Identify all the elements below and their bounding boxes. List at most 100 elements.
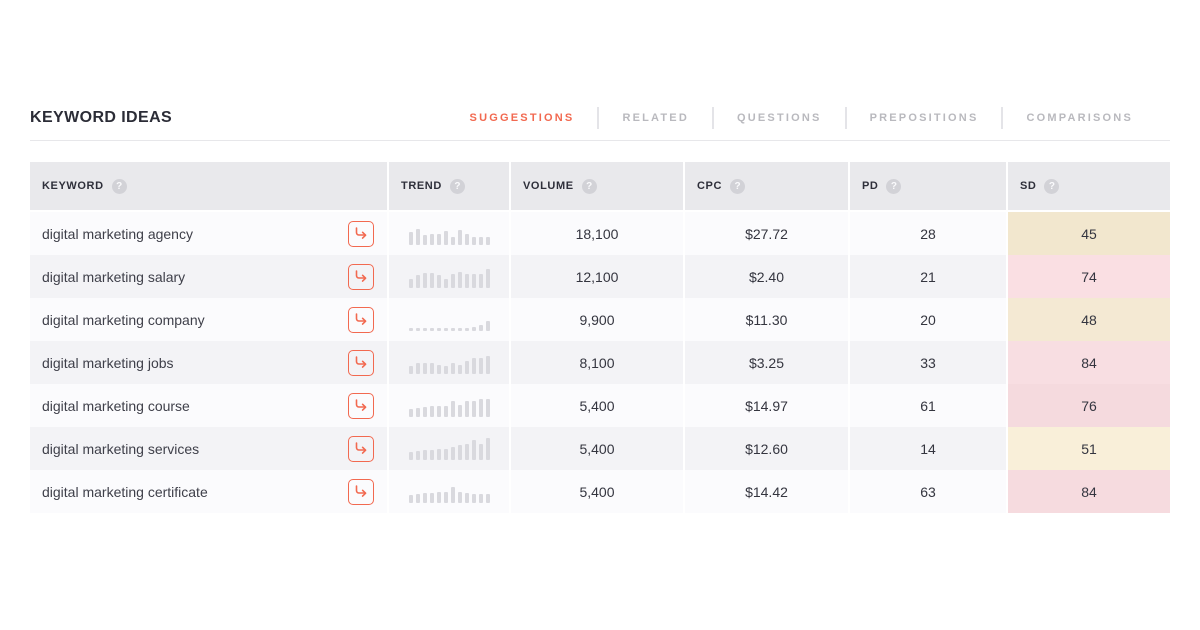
- table-header-row: KEYWORD? TREND? VOLUME? CPC? PD? SD?: [30, 162, 1170, 210]
- column-label: CPC: [697, 180, 723, 192]
- spark-bar: [436, 233, 441, 245]
- pd-value: 33: [850, 341, 1006, 384]
- spark-bar: [408, 231, 413, 245]
- keyword-cell: digital marketing company: [30, 298, 387, 341]
- keyword-text: digital marketing agency: [42, 225, 193, 242]
- arrow-right-icon: [355, 356, 367, 368]
- table-row: digital marketing certificate 5,400 $14.42…: [30, 470, 1170, 513]
- column-header-sd: SD?: [1008, 162, 1170, 210]
- cpc-value: $12.60: [685, 427, 848, 470]
- spark-bar: [436, 405, 441, 417]
- tab-related[interactable]: RELATED: [597, 107, 712, 129]
- spark-bar: [471, 357, 476, 374]
- open-keyword-button[interactable]: [348, 349, 374, 376]
- keyword-cell: digital marketing salary: [30, 255, 387, 298]
- keyword-text: digital marketing company: [42, 311, 205, 328]
- pd-value: 61: [850, 384, 1006, 427]
- arrow-right-icon: [355, 313, 367, 325]
- help-icon[interactable]: ?: [581, 178, 597, 194]
- spark-bar: [415, 362, 420, 374]
- sd-value: 74: [1008, 255, 1170, 298]
- help-icon[interactable]: ?: [886, 178, 902, 194]
- open-keyword-button[interactable]: [348, 263, 374, 290]
- column-label: VOLUME: [523, 180, 574, 192]
- pd-value: 63: [850, 470, 1006, 513]
- arrow-right-icon: [355, 227, 367, 239]
- spark-bar: [408, 327, 413, 331]
- spark-bar: [478, 398, 483, 417]
- open-keyword-button[interactable]: [348, 478, 374, 505]
- table-row: digital marketing company 9,900 $11.30 20 48: [30, 298, 1170, 341]
- table-body: digital marketing agency 18,100 $27.72 28 45…: [30, 212, 1170, 513]
- tab-questions[interactable]: QUESTIONS: [711, 107, 845, 129]
- help-icon[interactable]: ?: [449, 178, 465, 194]
- keyword-cell: digital marketing certificate: [30, 470, 387, 513]
- spark-bar: [485, 355, 490, 374]
- keyword-text: digital marketing services: [42, 440, 200, 457]
- keyword-text: digital marketing salary: [42, 268, 186, 285]
- tab-comparisons[interactable]: COMPARISONS: [1001, 107, 1156, 129]
- spark-bar: [429, 449, 434, 460]
- arrow-right-icon: [355, 442, 367, 454]
- spark-bar: [450, 273, 455, 288]
- keyword-cell: digital marketing agency: [30, 212, 387, 255]
- spark-bar: [457, 271, 462, 288]
- column-header-keyword: KEYWORD?: [30, 162, 387, 210]
- spark-bar: [457, 491, 462, 503]
- spark-bar: [436, 274, 441, 288]
- spark-bar: [450, 400, 455, 417]
- spark-bar: [464, 492, 469, 503]
- open-keyword-button[interactable]: [348, 220, 374, 247]
- spark-bar: [478, 236, 483, 245]
- spark-bar: [485, 320, 490, 331]
- pd-value: 28: [850, 212, 1006, 255]
- spark-bar: [485, 398, 490, 417]
- open-keyword-button[interactable]: [348, 392, 374, 419]
- spark-bar: [471, 493, 476, 503]
- tab-suggestions[interactable]: SUGGESTIONS: [447, 107, 598, 129]
- open-keyword-button[interactable]: [348, 435, 374, 462]
- spark-bar: [415, 493, 420, 503]
- help-icon[interactable]: ?: [111, 178, 127, 194]
- keyword-cell: digital marketing services: [30, 427, 387, 470]
- spark-bar: [422, 272, 427, 288]
- spark-bar: [415, 327, 420, 331]
- open-keyword-button[interactable]: [348, 306, 374, 333]
- spark-bar: [478, 324, 483, 331]
- tab-prepositions[interactable]: PREPOSITIONS: [844, 107, 1002, 129]
- header: KEYWORD IDEAS SUGGESTIONS RELATED QUESTION…: [0, 106, 1200, 130]
- trend-cell: [389, 212, 509, 255]
- spark-bar: [443, 365, 448, 374]
- help-icon[interactable]: ?: [1044, 178, 1060, 194]
- spark-bar: [471, 273, 476, 288]
- spark-bar: [429, 405, 434, 417]
- spark-bar: [415, 228, 420, 245]
- spark-bar: [408, 451, 413, 460]
- trend-sparkline: [408, 481, 490, 503]
- spark-bar: [478, 493, 483, 503]
- sd-value: 51: [1008, 427, 1170, 470]
- spark-bar: [464, 443, 469, 460]
- column-header-volume: VOLUME?: [511, 162, 683, 210]
- spark-bar: [436, 364, 441, 374]
- spark-bar: [485, 493, 490, 503]
- trend-cell: [389, 341, 509, 384]
- spark-bar: [457, 444, 462, 460]
- spark-bar: [450, 486, 455, 503]
- column-label: TREND: [401, 180, 442, 192]
- spark-bar: [422, 327, 427, 331]
- cpc-value: $27.72: [685, 212, 848, 255]
- volume-value: 12,100: [511, 255, 683, 298]
- spark-bar: [429, 492, 434, 503]
- help-icon[interactable]: ?: [730, 178, 746, 194]
- spark-bar: [415, 450, 420, 460]
- spark-bar: [436, 448, 441, 460]
- trend-sparkline: [408, 395, 490, 417]
- page-title: KEYWORD IDEAS: [30, 109, 173, 126]
- spark-bar: [415, 274, 420, 288]
- column-header-pd: PD?: [850, 162, 1006, 210]
- arrow-right-icon: [355, 399, 367, 411]
- keyword-cell: digital marketing course: [30, 384, 387, 427]
- arrow-right-icon: [355, 270, 367, 282]
- keyword-text: digital marketing course: [42, 397, 190, 414]
